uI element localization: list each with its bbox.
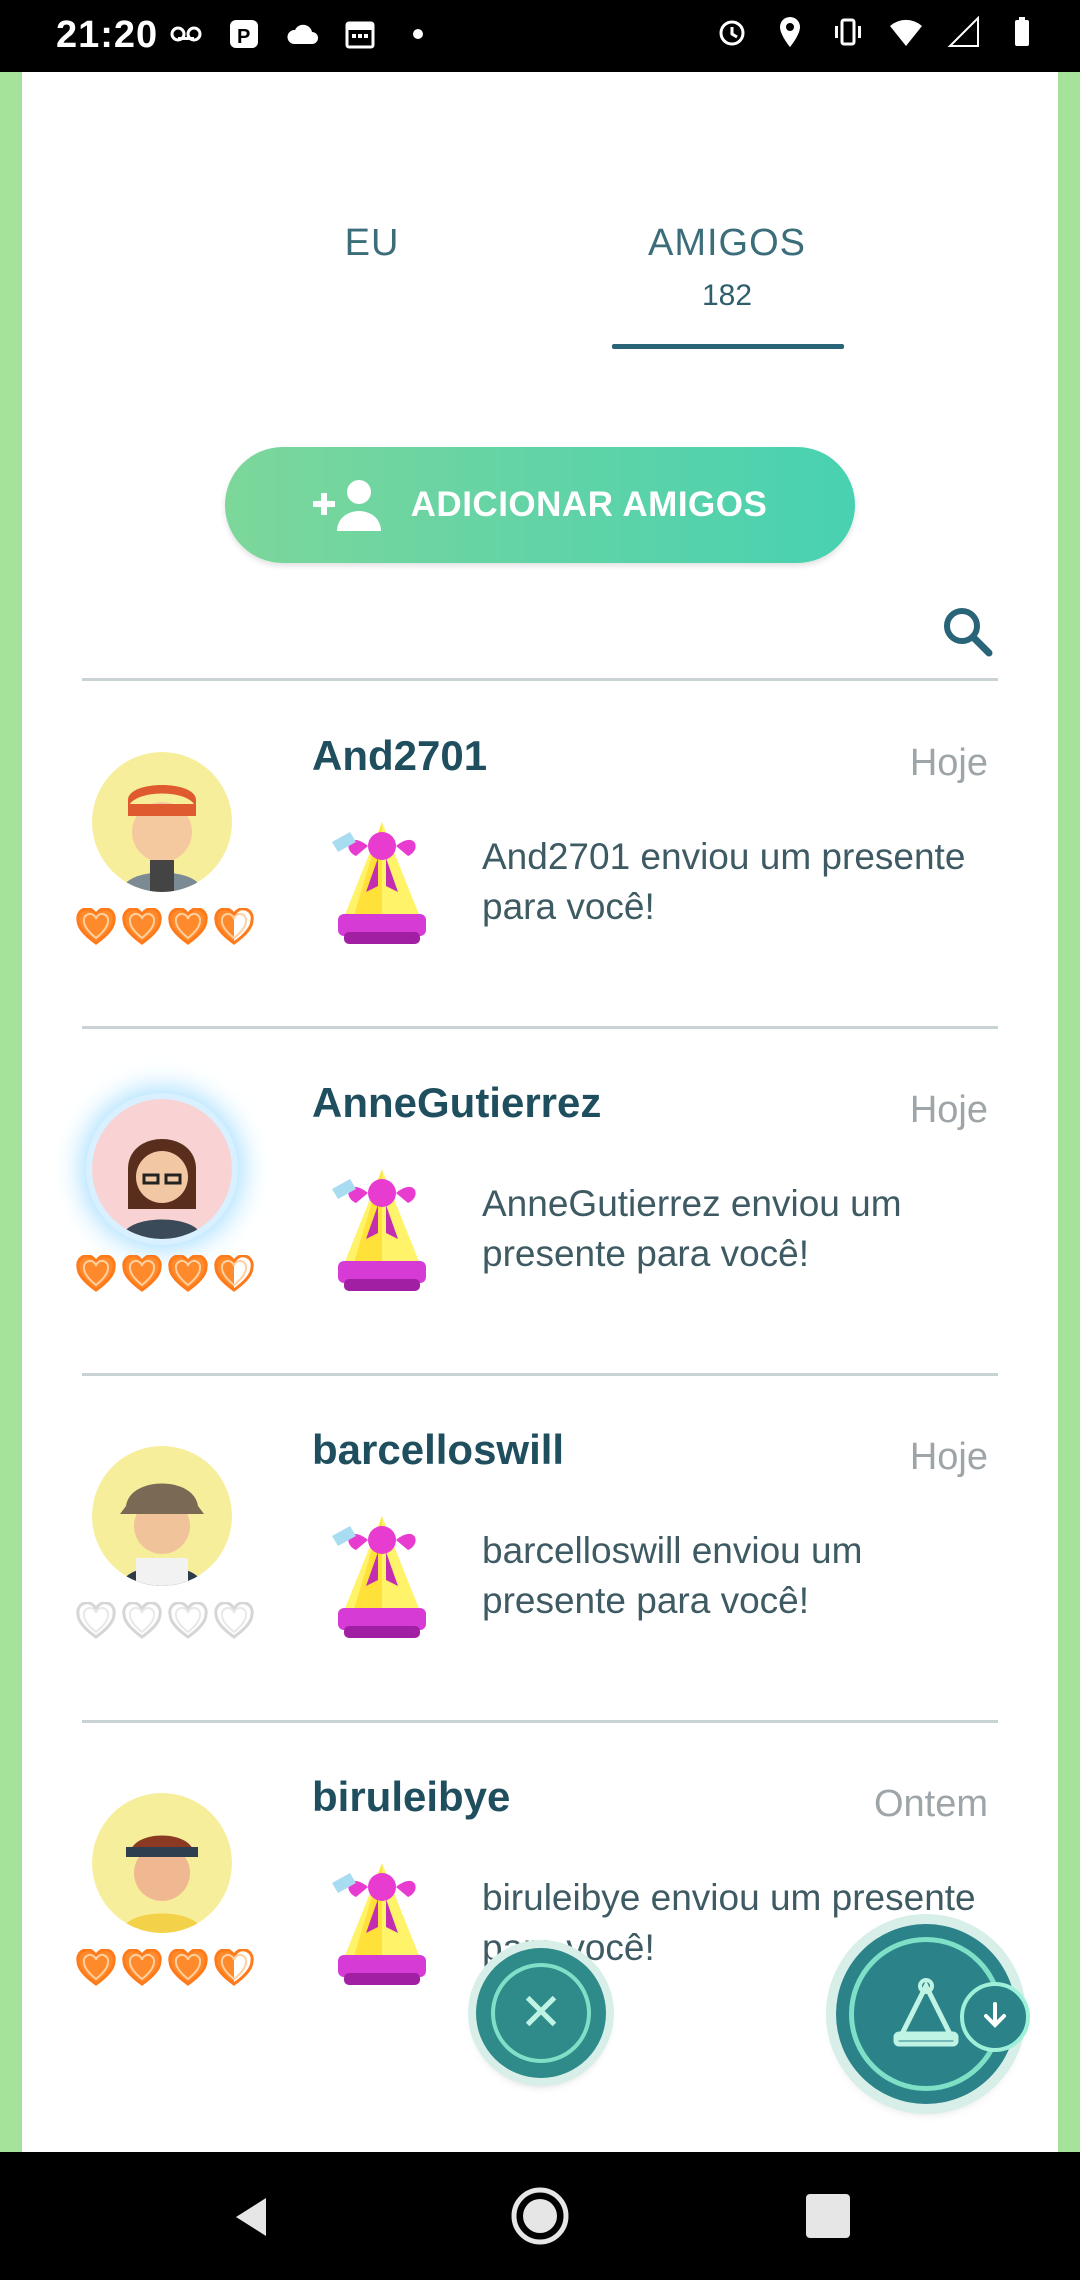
heart-icon [168,1254,208,1295]
close-icon: ✕ [491,1963,591,2063]
friend-timestamp: Hoje [909,1089,988,1131]
heart-icon [76,1601,116,1642]
friend-timestamp: Hoje [909,742,988,784]
tab-me-label: EU [344,222,400,264]
svg-text:P: P [237,26,250,48]
heart-icon [122,907,162,948]
clock: 21:20 [56,14,159,56]
alarm-icon [714,14,750,50]
open-gifts-button[interactable] [836,1924,1030,2104]
gift-icon[interactable] [322,1149,442,1299]
friend-name: barcelloswill [312,1426,565,1473]
parking-app-icon: P [226,16,262,52]
heart-icon [122,1254,162,1295]
heart-icon [214,907,254,948]
friend-name: AnneGutierrez [312,1079,602,1126]
status-bar: 21:20 P [0,0,1080,72]
heart-icon [168,1948,208,1989]
avatar[interactable] [92,752,232,892]
heart-icon [122,1948,162,1989]
friend-timestamp: Ontem [873,1783,988,1825]
battery-icon [1004,14,1040,50]
friend-timestamp: Hoje [909,1436,988,1478]
friend-row[interactable]: AnneGutierrez Hoje AnneGutierrez enviou … [76,1029,998,1376]
friend-message: AnneGutierrez enviou um presente para vo… [482,1183,902,1274]
tab-friends-label: AMIGOS [647,222,807,264]
divider [82,678,998,681]
heart-icon [168,1601,208,1642]
location-icon [772,14,808,50]
avatar[interactable] [92,1446,232,1586]
search-icon[interactable] [938,602,998,662]
friendship-level [76,1601,254,1642]
heart-icon [168,907,208,948]
friends-list: And2701 Hoje And2701 enviou um presente … [22,682,1058,2067]
tab-friends[interactable]: AMIGOS 182 [612,222,842,313]
close-button[interactable]: ✕ [476,1948,606,2078]
calendar-icon [342,16,378,52]
friends-panel: EU AMIGOS 182 ADICIONAR AMIGOS And2701 H… [22,72,1058,2152]
add-person-icon [312,477,389,533]
tab-me[interactable]: EU [282,222,462,265]
signal-icon [946,14,982,50]
dot-icon [400,16,436,52]
avatar[interactable] [92,1099,232,1239]
tab-bar: EU AMIGOS 182 [22,222,1058,432]
friend-message: And2701 enviou um presente para você! [482,836,966,927]
heart-icon [214,1254,254,1295]
wifi-icon [888,14,924,50]
friend-row[interactable]: And2701 Hoje And2701 enviou um presente … [76,682,998,1029]
heart-icon [76,907,116,948]
heart-icon [214,1601,254,1642]
heart-icon [76,1948,116,1989]
download-icon [960,1982,1030,2052]
friendship-level [76,907,254,948]
gift-icon[interactable] [322,1843,442,1993]
friends-count: 182 [701,279,753,312]
gift-icon[interactable] [322,802,442,952]
friend-message: barcelloswill enviou um presente para vo… [482,1530,863,1621]
vibrate-icon [830,14,866,50]
friend-name: And2701 [312,732,488,779]
system-nav-bar [0,2152,1080,2280]
recents-icon[interactable] [806,2194,850,2238]
friend-row[interactable]: barcelloswill Hoje barcelloswill enviou … [76,1376,998,1723]
heart-icon [76,1254,116,1295]
back-icon[interactable] [226,2192,276,2242]
add-friends-button[interactable]: ADICIONAR AMIGOS [225,447,855,563]
home-icon[interactable] [510,2186,570,2246]
friendship-level [76,1254,254,1295]
gift-icon[interactable] [322,1496,442,1646]
friend-name: biruleibye [312,1773,511,1820]
active-tab-indicator [612,344,844,349]
avatar[interactable] [92,1793,232,1933]
gift-outline-icon [886,1972,966,2057]
heart-icon [214,1948,254,1989]
cloud-icon [284,16,320,52]
heart-icon [122,1601,162,1642]
voicemail-icon [168,16,204,52]
friendship-level [76,1948,254,1989]
add-friends-label: ADICIONAR AMIGOS [410,485,768,524]
